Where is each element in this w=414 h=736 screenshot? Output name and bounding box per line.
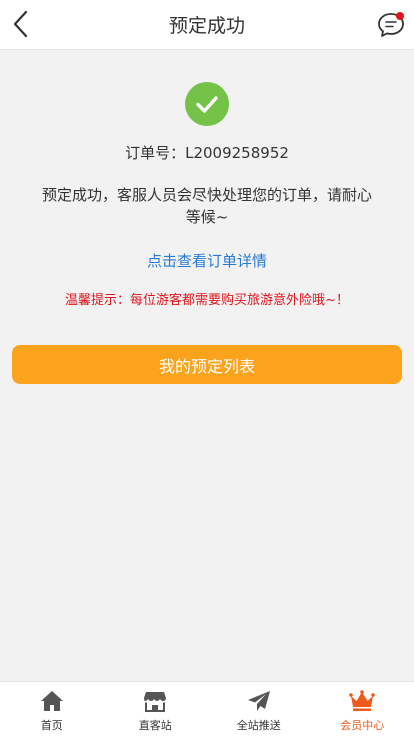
chevron-left-icon: [13, 10, 28, 38]
tab-home[interactable]: 首页: [0, 682, 104, 736]
tab-push-label: 全站推送: [236, 719, 281, 732]
order-number: 订单号：L2009258952: [0, 142, 414, 163]
header-bar: 预定成功: [0, 0, 414, 50]
order-number-label: 订单号：: [125, 144, 186, 162]
order-number-value: L2009258952: [185, 144, 289, 162]
success-message: 预定成功，客服人员会尽快处理您的订单，请耐心等候~: [41, 186, 372, 226]
success-check-icon: [185, 82, 229, 126]
crown-icon: [349, 688, 376, 714]
warm-tip: 温馨提示：每位游客都需要购买旅游意外险哦~！: [65, 293, 349, 308]
send-icon: [246, 688, 272, 714]
tab-store-label: 直客站: [138, 719, 172, 732]
message-button[interactable]: [374, 8, 408, 42]
bottom-tab-bar: 首页 直客站 全站推送 会员中心: [0, 681, 414, 736]
page-title: 预定成功: [168, 15, 245, 37]
tab-member-center[interactable]: 会员中心: [311, 682, 414, 736]
home-icon: [39, 688, 65, 714]
back-button[interactable]: [4, 7, 38, 41]
tab-home-label: 首页: [40, 719, 63, 732]
chat-bubble-icon: [378, 12, 404, 37]
order-detail-link[interactable]: 点击查看订单详情: [0, 250, 414, 271]
tab-store[interactable]: 直客站: [104, 682, 208, 736]
tab-push[interactable]: 全站推送: [207, 682, 311, 736]
store-icon: [142, 688, 168, 714]
my-bookings-button[interactable]: 我的预定列表: [12, 345, 402, 384]
tab-member-center-label: 会员中心: [340, 719, 385, 732]
